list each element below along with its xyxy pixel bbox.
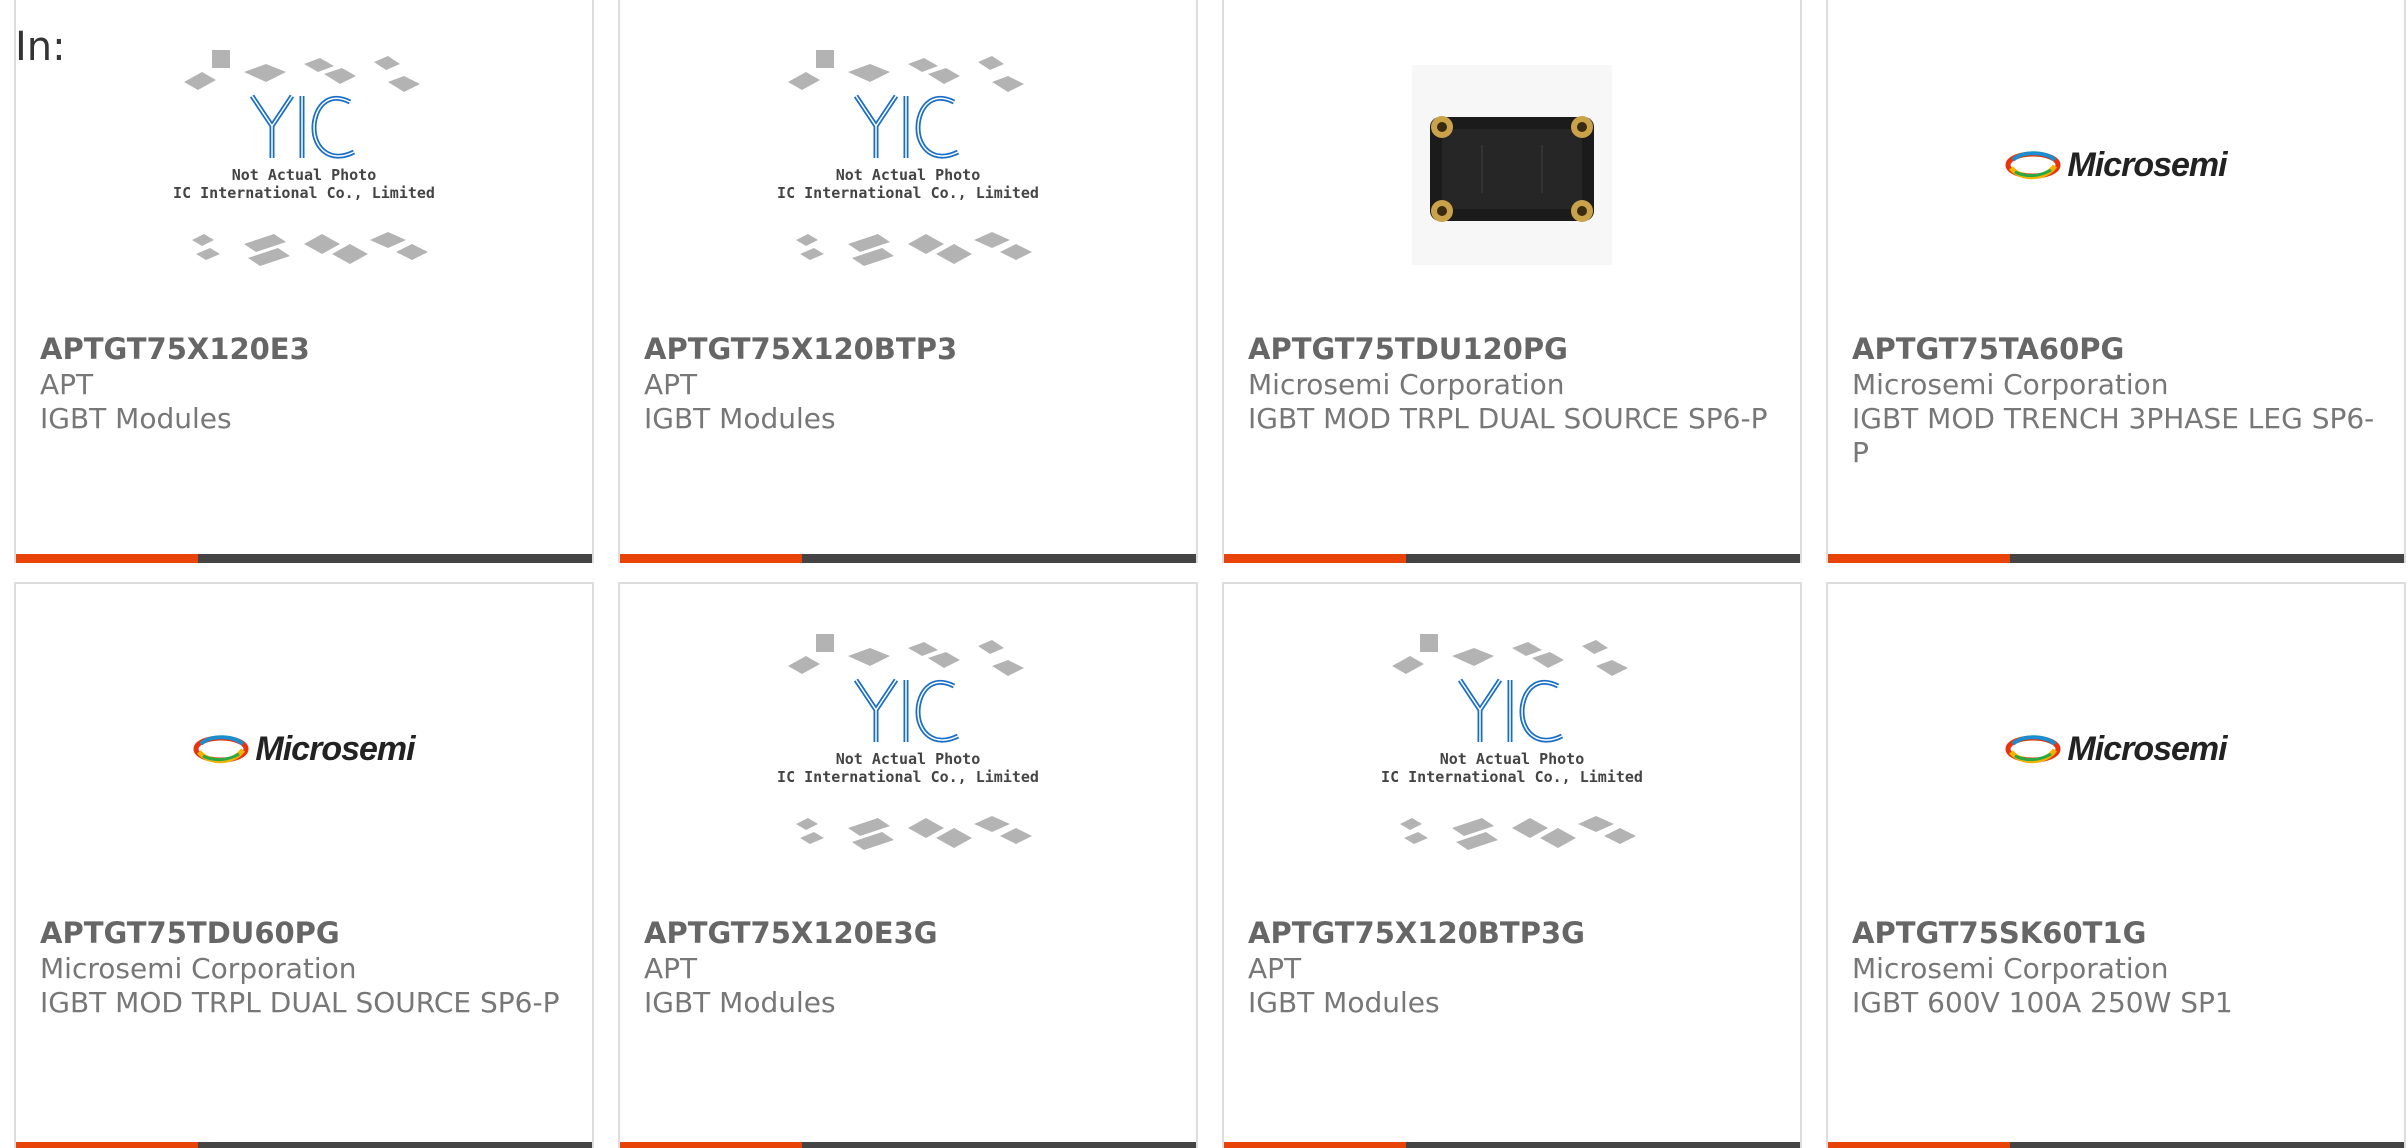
description: IGBT Modules <box>644 402 836 435</box>
microsemi-swirl-icon <box>2005 151 2061 180</box>
card-accent-bar <box>1224 554 1406 563</box>
svg-text:Not Actual Photo: Not Actual Photo <box>1440 750 1585 768</box>
manufacturer: Microsemi Corporation <box>40 952 357 985</box>
manufacturer: APT <box>1248 952 1302 985</box>
description: IGBT MOD TRENCH 3PHASE LEG SP6-P <box>1852 402 2375 469</box>
product-card[interactable]: Not Actual Photo YIC International Co., … <box>14 0 594 563</box>
yic-placeholder-image: Not Actual Photo YIC International Co., … <box>174 40 434 290</box>
part-number[interactable]: APTGT75TA60PG <box>1852 332 2124 366</box>
product-image[interactable]: Microsemi <box>1828 0 2404 330</box>
card-bottom-bar <box>620 1142 1196 1148</box>
svg-text:Not Actual Photo: Not Actual Photo <box>232 166 377 184</box>
card-bottom-bar <box>16 554 592 563</box>
product-image[interactable]: Microsemi <box>16 584 592 914</box>
microsemi-logo: Microsemi <box>2005 729 2228 769</box>
microsemi-logo: Microsemi <box>193 729 416 769</box>
product-card[interactable]: Not Actual Photo YIC International Co., … <box>1222 582 1802 1148</box>
part-number[interactable]: APTGT75X120BTP3 <box>644 332 957 366</box>
yic-placeholder-image: Not Actual Photo YIC International Co., … <box>778 40 1038 290</box>
description: IGBT MOD TRPL DUAL SOURCE SP6-P <box>40 986 560 1019</box>
card-accent-bar <box>16 1142 198 1148</box>
product-card[interactable]: APTGT75TDU120PG Microsemi Corporation IG… <box>1222 0 1802 563</box>
card-accent-bar <box>620 554 802 563</box>
product-image[interactable]: Not Actual Photo YIC International Co., … <box>16 0 592 330</box>
card-accent-bar <box>16 554 198 563</box>
product-image[interactable]: Microsemi <box>1828 584 2404 914</box>
description: IGBT 600V 100A 250W SP1 <box>1852 986 2233 1019</box>
product-card[interactable]: Microsemi APTGT75TDU60PG Microsemi Corpo… <box>14 582 594 1148</box>
yic-placeholder-image: Not Actual Photo YIC International Co., … <box>778 624 1038 874</box>
part-number[interactable]: APTGT75SK60T1G <box>1852 916 2146 950</box>
card-bottom-bar <box>16 1142 592 1148</box>
svg-text:YIC International Co., Limited: YIC International Co., Limited. <box>778 184 1038 202</box>
product-image[interactable] <box>1224 0 1800 330</box>
yic-placeholder-svg: Not Actual Photo YIC International Co., … <box>1382 634 1642 850</box>
part-number[interactable]: APTGT75X120E3G <box>644 916 938 950</box>
card-bottom-bar <box>620 554 1196 563</box>
igbt-module-photo <box>1412 65 1612 265</box>
part-number[interactable]: APTGT75X120E3 <box>40 332 310 366</box>
product-grid-page: In: Not Actual Photo YIC International C… <box>0 0 2408 1148</box>
product-card[interactable]: Microsemi APTGT75TA60PG Microsemi Corpor… <box>1826 0 2406 563</box>
description: IGBT MOD TRPL DUAL SOURCE SP6-P <box>1248 402 1768 435</box>
svg-text:Not Actual Photo: Not Actual Photo <box>836 166 981 184</box>
card-accent-bar <box>1828 1142 2010 1148</box>
microsemi-logo: Microsemi <box>2005 145 2228 185</box>
part-number[interactable]: APTGT75TDU120PG <box>1248 332 1568 366</box>
manufacturer: Microsemi Corporation <box>1852 368 2169 401</box>
microsemi-wordmark: Microsemi <box>2067 145 2227 184</box>
product-card[interactable]: Not Actual Photo YIC International Co., … <box>618 582 1198 1148</box>
part-number[interactable]: APTGT75X120BTP3G <box>1248 916 1585 950</box>
yic-placeholder-image: Not Actual Photo YIC International Co., … <box>1382 624 1642 874</box>
in-label: In: <box>15 24 66 70</box>
svg-text:YIC International Co., Limited: YIC International Co., Limited. <box>1382 768 1642 786</box>
yic-placeholder-svg: Not Actual Photo YIC International Co., … <box>778 634 1038 850</box>
svg-text:YIC International Co., Limited: YIC International Co., Limited. <box>778 768 1038 786</box>
product-card[interactable]: Microsemi APTGT75SK60T1G Microsemi Corpo… <box>1826 582 2406 1148</box>
yic-placeholder-svg: Not Actual Photo YIC International Co., … <box>174 50 434 266</box>
product-image[interactable]: Not Actual Photo YIC International Co., … <box>1224 584 1800 914</box>
microsemi-swirl-icon <box>193 735 249 764</box>
microsemi-wordmark: Microsemi <box>255 729 415 768</box>
manufacturer: APT <box>644 952 698 985</box>
product-card[interactable]: Not Actual Photo YIC International Co., … <box>618 0 1198 563</box>
svg-text:YIC International Co., Limited: YIC International Co., Limited. <box>174 184 434 202</box>
card-bottom-bar <box>1224 554 1800 563</box>
manufacturer: APT <box>644 368 698 401</box>
card-bottom-bar <box>1828 1142 2404 1148</box>
card-bottom-bar <box>1224 1142 1800 1148</box>
card-bottom-bar <box>1828 554 2404 563</box>
card-accent-bar <box>620 1142 802 1148</box>
description: IGBT Modules <box>40 402 232 435</box>
yic-placeholder-svg: Not Actual Photo YIC International Co., … <box>778 50 1038 266</box>
part-number[interactable]: APTGT75TDU60PG <box>40 916 340 950</box>
manufacturer: APT <box>40 368 94 401</box>
microsemi-wordmark: Microsemi <box>2067 729 2227 768</box>
product-image[interactable]: Not Actual Photo YIC International Co., … <box>620 584 1196 914</box>
description: IGBT Modules <box>644 986 836 1019</box>
manufacturer: Microsemi Corporation <box>1852 952 2169 985</box>
manufacturer: Microsemi Corporation <box>1248 368 1565 401</box>
product-image[interactable]: Not Actual Photo YIC International Co., … <box>620 0 1196 330</box>
svg-text:Not Actual Photo: Not Actual Photo <box>836 750 981 768</box>
card-accent-bar <box>1224 1142 1406 1148</box>
card-accent-bar <box>1828 554 2010 563</box>
description: IGBT Modules <box>1248 986 1440 1019</box>
microsemi-swirl-icon <box>2005 735 2061 764</box>
